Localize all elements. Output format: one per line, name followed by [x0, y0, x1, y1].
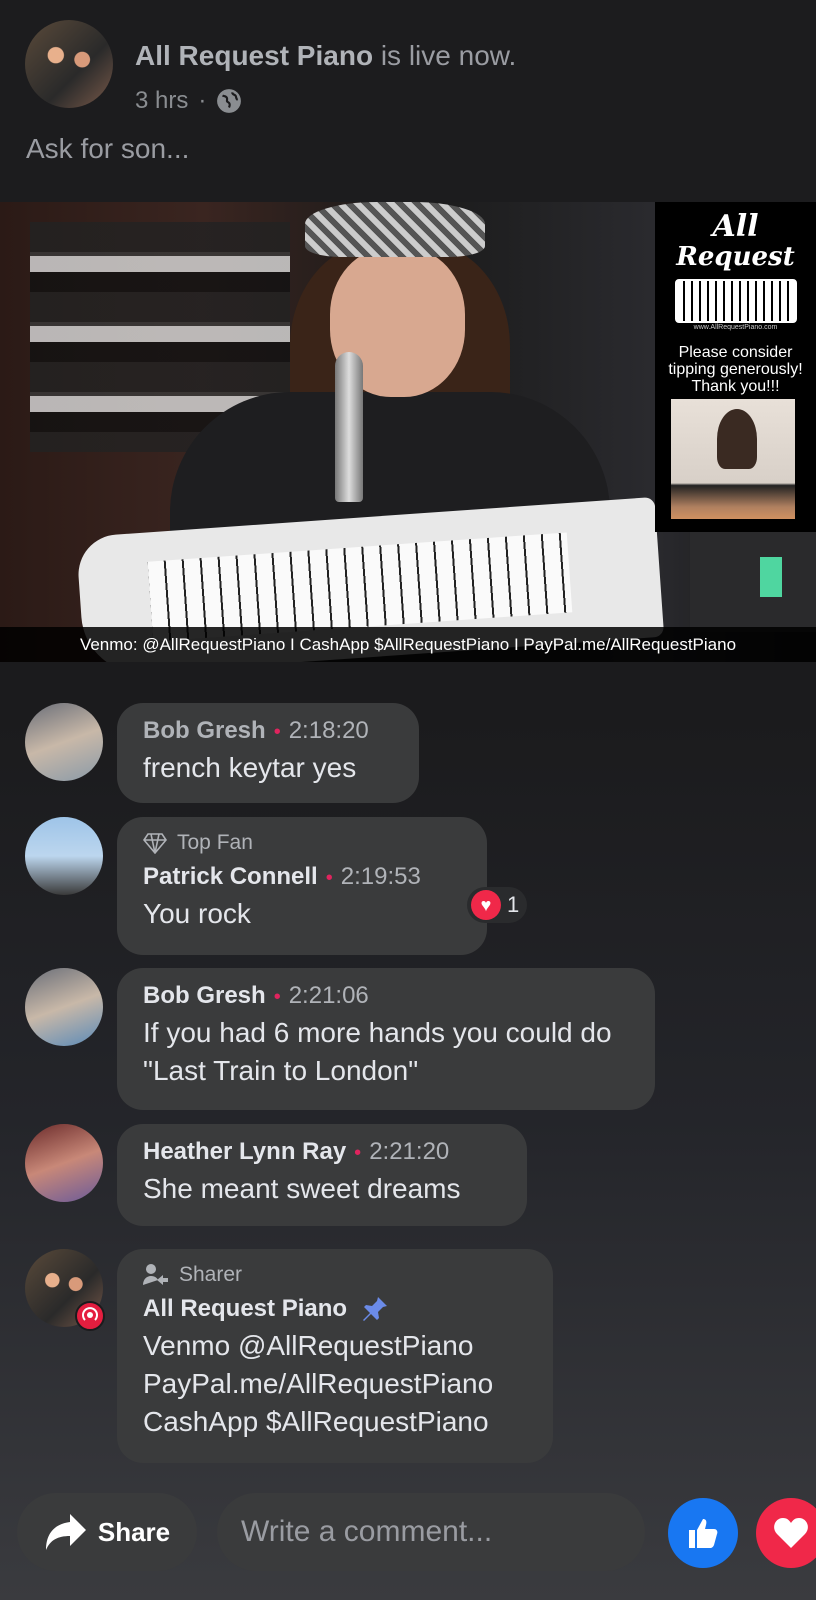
- tip-photo: [671, 399, 795, 519]
- live-status-text: is live now.: [373, 40, 517, 71]
- reaction-number: 1: [507, 892, 520, 917]
- share-button[interactable]: Share: [17, 1493, 197, 1571]
- sharer-icon: [143, 1264, 168, 1285]
- overlay-logo-panel: All Request www.AllRequestPiano.com Plea…: [655, 202, 816, 532]
- tip-message: Please consider tipping generously! Than…: [668, 344, 803, 395]
- sharer-badge: Sharer: [143, 1263, 527, 1287]
- logo-url: www.AllRequestPiano.com: [693, 324, 778, 331]
- live-broadcast-icon: [75, 1301, 105, 1331]
- logo-piano-keys: [675, 279, 797, 323]
- commenter-avatar[interactable]: [25, 1124, 103, 1202]
- commenter-avatar[interactable]: [25, 968, 103, 1046]
- live-video[interactable]: All Request www.AllRequestPiano.com Plea…: [0, 202, 816, 662]
- post-title: All Request Piano is live now.: [135, 40, 516, 72]
- meta-separator: ·: [198, 87, 207, 114]
- comment-text: You rock: [143, 898, 251, 929]
- like-button[interactable]: [668, 1498, 738, 1568]
- comment-text: She meant sweet dreams: [143, 1173, 461, 1204]
- studio-gear: [690, 532, 816, 632]
- dot-separator: •: [354, 1142, 362, 1164]
- comment-text-line: PayPal.me/AllRequestPiano: [143, 1368, 494, 1399]
- post-text[interactable]: Ask for son...: [26, 133, 189, 165]
- badge-label: Top Fan: [177, 831, 253, 854]
- dot-separator: •: [325, 867, 333, 889]
- comment-bubble: Bob Gresh • 2:18:20 french keytar yes: [117, 703, 419, 803]
- dot-separator: •: [273, 986, 281, 1008]
- commenter-name[interactable]: Heather Lynn Ray: [143, 1138, 346, 1165]
- tip-photo-person: [717, 409, 757, 469]
- comment-input[interactable]: Write a comment...: [217, 1493, 645, 1571]
- globe-icon: [217, 89, 242, 113]
- page-name-link[interactable]: All Request Piano: [135, 40, 373, 71]
- share-icon: [45, 1514, 86, 1550]
- post-meta: 3 hrs ·: [135, 87, 242, 115]
- dot-separator: •: [273, 721, 281, 743]
- diamond-icon: [143, 833, 167, 854]
- comment-time[interactable]: 2:18:20: [289, 717, 369, 744]
- top-fan-badge: Top Fan: [143, 831, 461, 855]
- commenter-name[interactable]: Patrick Connell: [143, 863, 318, 890]
- commenter-name[interactable]: Bob Gresh: [143, 717, 266, 744]
- video-caption: Venmo: @AllRequestPiano I CashApp $AllRe…: [0, 627, 816, 662]
- comment-text-line: CashApp $AllRequestPiano: [143, 1406, 489, 1437]
- performer-hat: [305, 202, 485, 257]
- comment-time[interactable]: 2:21:20: [369, 1138, 449, 1165]
- comment-time[interactable]: 2:21:06: [289, 982, 369, 1009]
- reaction-count[interactable]: ♥ 1: [467, 887, 528, 923]
- comment-bubble: Bob Gresh • 2:21:06 If you had 6 more hand…: [117, 968, 655, 1110]
- overlay-logo: All Request: [676, 209, 795, 273]
- comment-text: french keytar yes: [143, 752, 357, 783]
- heart-icon: ♥: [471, 890, 501, 920]
- commenter-avatar[interactable]: [25, 817, 103, 895]
- heart-icon: [774, 1518, 808, 1548]
- post-header: All Request Piano is live now. 3 hrs ·: [25, 20, 805, 114]
- commenter-name[interactable]: All Request Piano: [143, 1295, 347, 1323]
- commenter-avatar[interactable]: [25, 703, 103, 781]
- page-avatar[interactable]: [25, 20, 113, 108]
- comment-text: If you had 6 more hands you could do "La…: [143, 1017, 612, 1086]
- gear-display: [760, 557, 782, 597]
- badge-label: Sharer: [179, 1263, 243, 1286]
- post-time[interactable]: 3 hrs: [135, 87, 188, 115]
- commenter-name[interactable]: Bob Gresh: [143, 982, 266, 1009]
- share-label: Share: [97, 1516, 171, 1547]
- comment-bubble: Heather Lynn Ray • 2:21:20 She meant sweet…: [117, 1124, 527, 1226]
- comment-bubble: Sharer All Request Piano Venmo @AllReque…: [117, 1249, 553, 1463]
- comment-text-line: Venmo @AllRequestPiano: [143, 1330, 474, 1361]
- thumbs-up-icon: [689, 1519, 718, 1548]
- microphone: [335, 352, 363, 502]
- pin-icon: [363, 1297, 388, 1321]
- comment-time[interactable]: 2:19:53: [341, 863, 421, 890]
- comment-bubble: Top Fan Patrick Connell • 2:19:53 You rock: [117, 817, 487, 955]
